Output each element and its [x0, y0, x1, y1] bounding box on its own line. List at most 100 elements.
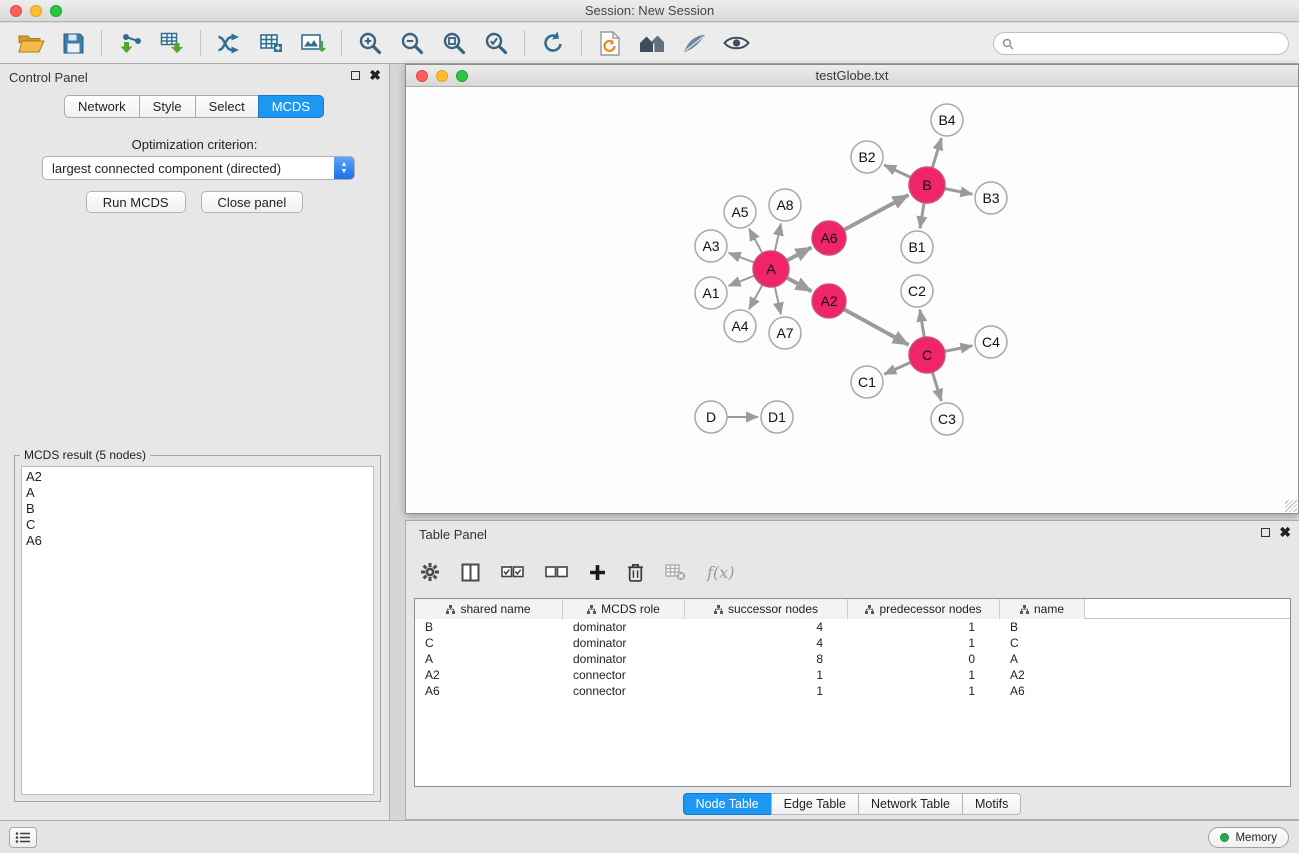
float-panel-icon[interactable] — [351, 71, 360, 80]
node-B3[interactable]: B3 — [975, 182, 1007, 214]
new-network-button[interactable] — [208, 26, 250, 60]
edge-A-A7[interactable] — [775, 287, 781, 315]
node-C1[interactable]: C1 — [851, 366, 883, 398]
resize-grip[interactable] — [1285, 500, 1297, 512]
maximize-window-button[interactable] — [50, 5, 62, 17]
search-field[interactable] — [993, 32, 1289, 55]
tab-network[interactable]: Network — [64, 95, 140, 118]
close-panel-icon[interactable]: ✖ — [369, 70, 381, 80]
delete-entry-button[interactable] — [627, 563, 644, 582]
edge-C-C3[interactable] — [932, 372, 941, 401]
zoom-fit-button[interactable] — [433, 26, 475, 60]
node-C3[interactable]: C3 — [931, 403, 963, 435]
node-A6[interactable]: A6 — [812, 221, 846, 255]
select-all-button[interactable] — [501, 566, 524, 578]
run-mcds-button[interactable]: Run MCDS — [86, 191, 186, 213]
node-A3[interactable]: A3 — [695, 230, 727, 262]
node-B4[interactable]: B4 — [931, 104, 963, 136]
network-close-button[interactable] — [416, 70, 428, 82]
tab-network-table[interactable]: Network Table — [858, 793, 963, 815]
tab-style[interactable]: Style — [139, 95, 196, 118]
tab-motifs[interactable]: Motifs — [962, 793, 1021, 815]
memory-button[interactable]: Memory — [1208, 827, 1289, 848]
zoom-selected-button[interactable] — [475, 26, 517, 60]
refresh-network-button[interactable] — [532, 26, 574, 60]
delete-table-button[interactable] — [665, 564, 686, 581]
node-D1[interactable]: D1 — [761, 401, 793, 433]
network-minimize-button[interactable] — [436, 70, 448, 82]
show-panels-button[interactable] — [9, 827, 37, 848]
node-A2[interactable]: A2 — [812, 284, 846, 318]
node-A1[interactable]: A1 — [695, 277, 727, 309]
edge-B-B1[interactable] — [920, 203, 924, 228]
edge-A-A2[interactable] — [787, 278, 812, 292]
edge-C-C4[interactable] — [945, 346, 973, 352]
table-row[interactable]: A6connector11A6 — [415, 683, 1290, 699]
add-entry-button[interactable] — [589, 564, 606, 581]
open-session-button[interactable] — [10, 26, 52, 60]
column-header-predecessor-nodes[interactable]: predecessor nodes — [848, 599, 1000, 619]
table-row[interactable]: Cdominator41C — [415, 635, 1290, 651]
save-session-button[interactable] — [52, 26, 94, 60]
deselect-all-button[interactable] — [545, 566, 568, 578]
close-table-panel-icon[interactable]: ✖ — [1279, 527, 1291, 537]
edge-A-A5[interactable] — [749, 229, 762, 254]
export-image-button[interactable] — [292, 26, 334, 60]
float-table-panel-icon[interactable] — [1261, 528, 1270, 537]
edge-A-A6[interactable] — [787, 247, 812, 260]
tab-mcds[interactable]: MCDS — [258, 95, 324, 118]
import-network-button[interactable] — [109, 26, 151, 60]
table-row[interactable]: Adominator80A — [415, 651, 1290, 667]
new-table-button[interactable] — [250, 26, 292, 60]
import-table-button[interactable] — [151, 26, 193, 60]
node-C[interactable]: C — [909, 337, 945, 373]
mcds-result-list[interactable]: A2ABCA6 — [21, 466, 374, 795]
column-header-successor-nodes[interactable]: successor nodes — [685, 599, 848, 619]
annotations-button[interactable] — [673, 26, 715, 60]
edge-B-B4[interactable] — [932, 138, 941, 168]
minimize-window-button[interactable] — [30, 5, 42, 17]
column-header-name[interactable]: name — [1000, 599, 1085, 619]
table-row[interactable]: A2connector11A2 — [415, 667, 1290, 683]
edge-A6-B[interactable] — [844, 195, 909, 230]
tab-select[interactable]: Select — [195, 95, 259, 118]
node-A[interactable]: A — [753, 251, 789, 287]
network-canvas[interactable]: B4B2BB3A8A5A6A3B1AA1C2A2A4A7C4CC1DD1C3 — [406, 87, 1298, 513]
column-header-MCDS-role[interactable]: MCDS role — [563, 599, 685, 619]
close-window-button[interactable] — [10, 5, 22, 17]
node-C2[interactable]: C2 — [901, 275, 933, 307]
table-row[interactable]: Bdominator41B — [415, 619, 1290, 635]
node-C4[interactable]: C4 — [975, 326, 1007, 358]
zoom-out-button[interactable] — [391, 26, 433, 60]
edge-A-A4[interactable] — [749, 285, 762, 310]
edge-A-A8[interactable] — [775, 224, 781, 252]
zoom-in-button[interactable] — [349, 26, 391, 60]
edge-B-B2[interactable] — [884, 165, 911, 177]
node-B1[interactable]: B1 — [901, 231, 933, 263]
tab-node-table[interactable]: Node Table — [683, 793, 772, 815]
edge-C-C2[interactable] — [920, 310, 924, 337]
edge-B-B3[interactable] — [945, 189, 973, 195]
criterion-dropdown[interactable]: largest connected component (directed) ▲… — [42, 156, 355, 180]
show-all-networks-button[interactable] — [631, 26, 673, 60]
node-A5[interactable]: A5 — [724, 196, 756, 228]
current-network-file-button[interactable] — [589, 26, 631, 60]
edge-C-C1[interactable] — [884, 362, 910, 374]
search-input[interactable] — [1019, 37, 1288, 51]
network-view[interactable]: B4B2BB3A8A5A6A3B1AA1C2A2A4A7C4CC1DD1C3 — [406, 87, 1298, 513]
tab-edge-table[interactable]: Edge Table — [771, 793, 859, 815]
edge-A-A3[interactable] — [729, 253, 755, 263]
node-D[interactable]: D — [695, 401, 727, 433]
node-A8[interactable]: A8 — [769, 189, 801, 221]
node-B2[interactable]: B2 — [851, 141, 883, 173]
table-settings-button[interactable] — [420, 562, 440, 582]
column-header-shared-name[interactable]: shared name — [415, 599, 563, 619]
node-A7[interactable]: A7 — [769, 317, 801, 349]
edge-A-A1[interactable] — [729, 276, 755, 286]
close-panel-button[interactable]: Close panel — [201, 191, 304, 213]
edge-A2-C[interactable] — [844, 309, 909, 345]
node-A4[interactable]: A4 — [724, 310, 756, 342]
network-window-titlebar[interactable]: testGlobe.txt — [406, 65, 1298, 87]
show-hide-button[interactable] — [715, 26, 757, 60]
function-builder-button[interactable]: f(x) — [707, 563, 734, 582]
